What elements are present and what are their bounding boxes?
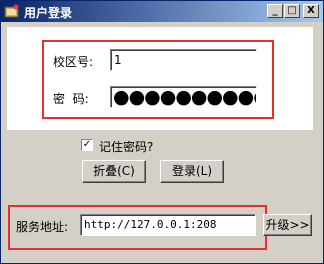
app-icon	[4, 4, 19, 18]
close-button[interactable]: X	[303, 4, 319, 18]
window-title: 用户登录	[24, 6, 73, 20]
upgrade-button[interactable]: 升级>>	[263, 214, 312, 236]
password-input[interactable]: ●●●●●●●●●●	[110, 86, 257, 108]
remember-label[interactable]: 记住密码?	[99, 138, 153, 155]
login-button[interactable]: 登录(L)	[160, 160, 224, 183]
server-label: 服务地址:	[16, 220, 69, 234]
maximize-button[interactable]: □	[284, 4, 300, 18]
school-label: 校区号:	[53, 55, 94, 69]
school-input[interactable]: 1	[110, 49, 257, 71]
title-bar[interactable]: 用户登录 _ □ X	[1, 1, 323, 22]
password-label: 密 码:	[53, 92, 89, 106]
minimize-button[interactable]: _	[267, 4, 283, 18]
server-address-input[interactable]: http://127.0.0.1:208	[80, 214, 256, 236]
collapse-button[interactable]: 折叠(C)	[82, 160, 146, 183]
remember-checkbox[interactable]: ✓	[81, 139, 93, 151]
